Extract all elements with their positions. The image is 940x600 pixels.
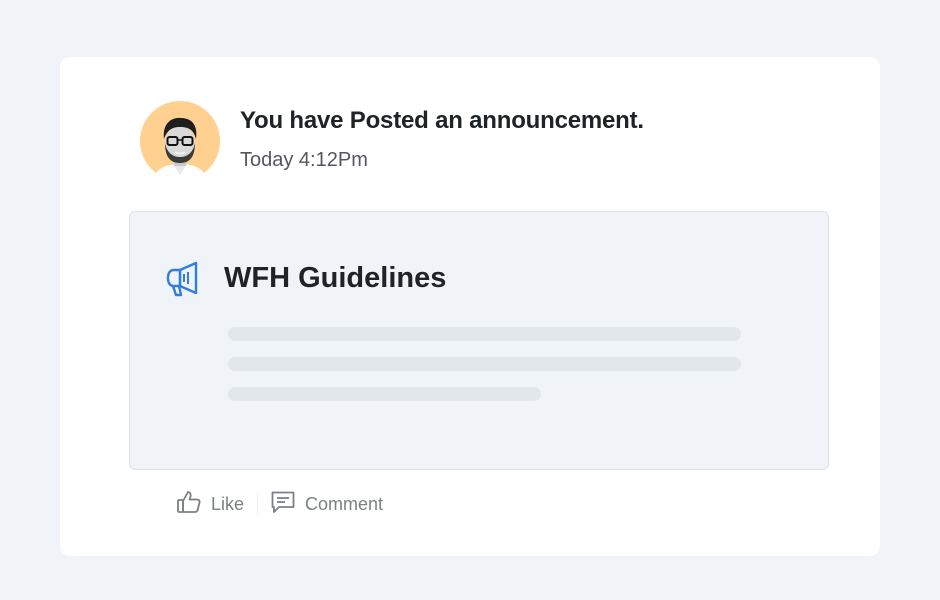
post-headline: You have Posted an announcement.: [240, 107, 644, 134]
like-label: Like: [211, 493, 245, 514]
activity-card: You have Posted an announcement. Today 4…: [60, 57, 880, 556]
announcement-box[interactable]: WFH Guidelines: [129, 211, 829, 470]
user-portrait: [151, 117, 209, 181]
avatar[interactable]: [140, 101, 220, 181]
megaphone-icon: [165, 260, 203, 303]
like-button[interactable]: Like: [176, 487, 244, 521]
placeholder-line: [228, 327, 741, 341]
thumbs-up-icon: [176, 489, 202, 520]
comment-button[interactable]: Comment: [270, 487, 383, 521]
action-divider: [257, 493, 258, 515]
placeholder-line: [228, 357, 741, 371]
comment-icon: [270, 489, 296, 520]
placeholder-line: [228, 387, 541, 401]
comment-label: Comment: [305, 493, 384, 514]
post-timestamp: Today 4:12Pm: [240, 149, 368, 171]
announcement-title: WFH Guidelines: [224, 262, 447, 294]
